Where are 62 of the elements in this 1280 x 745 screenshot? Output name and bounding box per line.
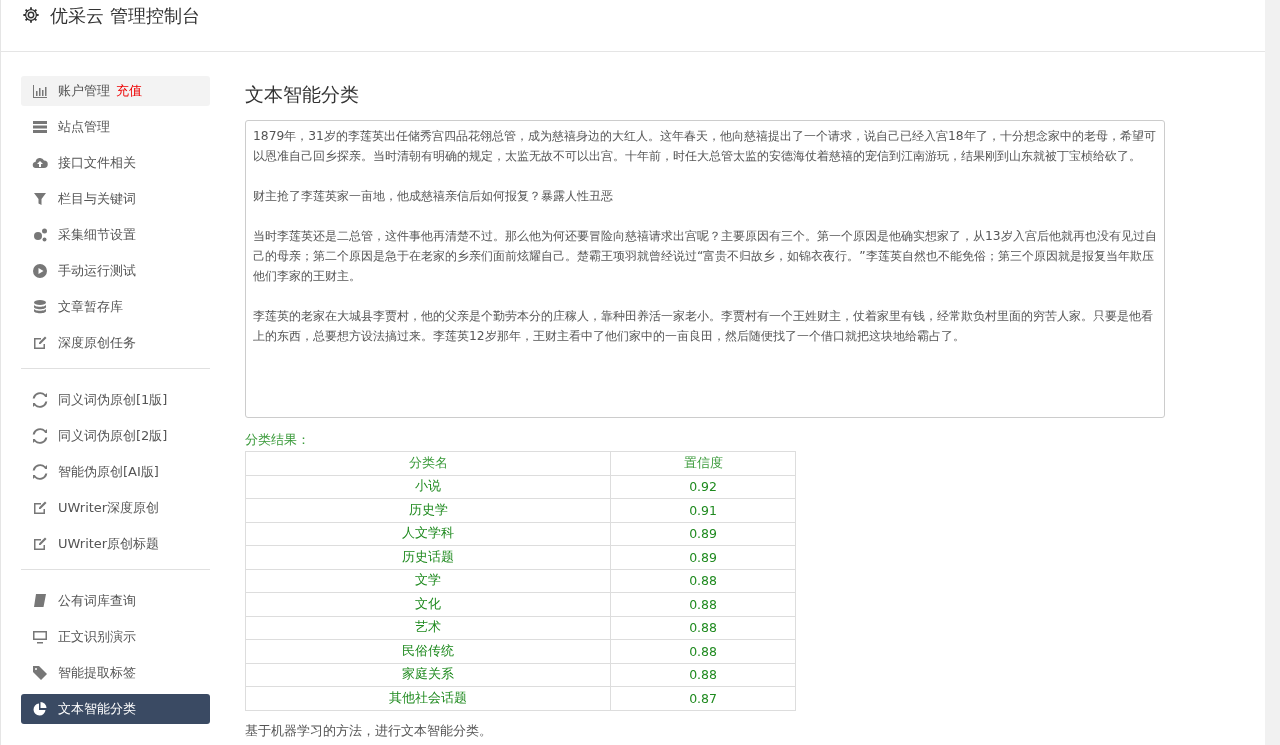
edit-icon	[32, 335, 48, 351]
table-cell: 其他社会话题	[245, 686, 611, 710]
sidebar-item[interactable]: 智能伪原创[AI版]	[21, 457, 210, 487]
sidebar-item[interactable]: 手动运行测试	[21, 256, 210, 286]
sidebar-item[interactable]: 公有词库查询	[21, 586, 210, 616]
edit-icon	[32, 536, 48, 552]
database-icon	[32, 299, 48, 315]
table-cell: 艺术	[245, 616, 611, 640]
table-cell: 民俗传统	[245, 639, 611, 663]
filter-icon	[32, 191, 48, 207]
refresh-icon	[32, 464, 48, 480]
table-cell: 0.91	[610, 498, 796, 522]
cloud-upload-icon	[32, 155, 48, 171]
page-scrollbar[interactable]	[1265, 0, 1280, 745]
refresh-icon	[32, 428, 48, 444]
sidebar-item[interactable]: 同义词伪原创[1版]	[21, 385, 210, 415]
monitor-icon	[32, 629, 48, 645]
sidebar-item[interactable]: 文本智能分类	[21, 694, 210, 724]
table-cell: 0.88	[610, 592, 796, 616]
column-header: 置信度	[610, 451, 796, 475]
page-heading: 文本智能分类	[245, 82, 360, 107]
sidebar-item[interactable]: UWriter原创标题	[21, 529, 210, 559]
recharge-link[interactable]: 充值	[116, 82, 142, 100]
sidebar-item[interactable]: 同义词伪原创[2版]	[21, 421, 210, 451]
footnote-text: 基于机器学习的方法，进行文本智能分类。	[245, 722, 493, 740]
bar-chart-icon	[32, 83, 48, 99]
sidebar-item[interactable]: 接口文件相关	[21, 148, 210, 178]
sidebar-item[interactable]: 正文识别演示	[21, 622, 210, 652]
table-cell: 0.88	[610, 616, 796, 640]
sidebar-item[interactable]: UWriter深度原创	[21, 493, 210, 523]
table-cell: 0.88	[610, 569, 796, 593]
server-icon	[32, 119, 48, 135]
column-header: 分类名	[245, 451, 611, 475]
sidebar-item[interactable]: 智能提取标签	[21, 658, 210, 688]
table-cell: 0.88	[610, 663, 796, 687]
table-cell: 家庭关系	[245, 663, 611, 687]
table-cell: 0.92	[610, 475, 796, 499]
table-cell: 人文学科	[245, 522, 611, 546]
table-cell: 小说	[245, 475, 611, 499]
text-input-field[interactable]: 1879年，31岁的李莲英出任储秀宫四品花翎总管，成为慈禧身边的大红人。这年春天，他向慈禧提出了一个请求，说自己已经入宫18年了，十分想念家中的老母，希望可以恩准自己回乡探亲。当时清朝有明确的规定，太监无故不可以出宫。十年前，时任大总管太监的安德海仗着慈禧的宠信到江南游玩，结果刚到山东就被丁宝桢给砍了。 财主抢了李莲英家一亩地，他成慈禧亲信后如何报复？暴露人性丑恶 当时李莲英还是二总管，这件事他再清楚不过。那么他为何还要冒险向慈禧请求出宫呢？主要原因有三个。第一个原因是他确实想家了，从13岁入宫后他就再也没有见过自己的母亲；第二个原因是急于在老家的乡亲们面前炫耀自己。楚霸王项羽就曾经说过“富贵不归故乡，如锦衣夜行。”李莲英自然也不能免俗；第三个原因就是报复当年欺压他们李家的王财主。 李莲英的老家在大城县李贾村，他的父亲是个勤劳本分的庄稼人，靠种田养活一家老小。李贾村有一个王姓财主，仗着家里有钱，经常欺负村里面的穷苦人家。只要是他看上的东西，总要想方设法搞过来。李莲英12岁那年，王财主看中了他们家中的一亩良田，然后随便找了一个借口就把这块地给霸占了。	[245, 120, 1165, 418]
tag-icon	[32, 665, 48, 681]
table-cell: 0.88	[610, 639, 796, 663]
sidebar-item[interactable]: 账户管理 充值	[21, 76, 210, 106]
sidebar-item[interactable]: 深度原创任务	[21, 328, 210, 358]
sidebar-item[interactable]: 站点管理	[21, 112, 210, 142]
refresh-icon	[32, 392, 48, 408]
pie-chart-icon	[32, 701, 48, 717]
play-icon	[32, 263, 48, 279]
table-cell: 历史学	[245, 498, 611, 522]
app-title: 优采云 管理控制台	[50, 4, 200, 28]
settings-icon	[22, 6, 40, 24]
table-cell: 历史话题	[245, 545, 611, 569]
table-cell: 文学	[245, 569, 611, 593]
edit-icon	[32, 500, 48, 516]
sidebar-item[interactable]: 采集细节设置	[21, 220, 210, 250]
table-cell: 0.89	[610, 545, 796, 569]
table-cell: 0.89	[610, 522, 796, 546]
sidebar-item[interactable]: 文章暂存库	[21, 292, 210, 322]
sidebar-item[interactable]: 栏目与关键词	[21, 184, 210, 214]
table-cell: 文化	[245, 592, 611, 616]
table-cell: 0.87	[610, 686, 796, 710]
result-label: 分类结果：	[245, 432, 311, 449]
